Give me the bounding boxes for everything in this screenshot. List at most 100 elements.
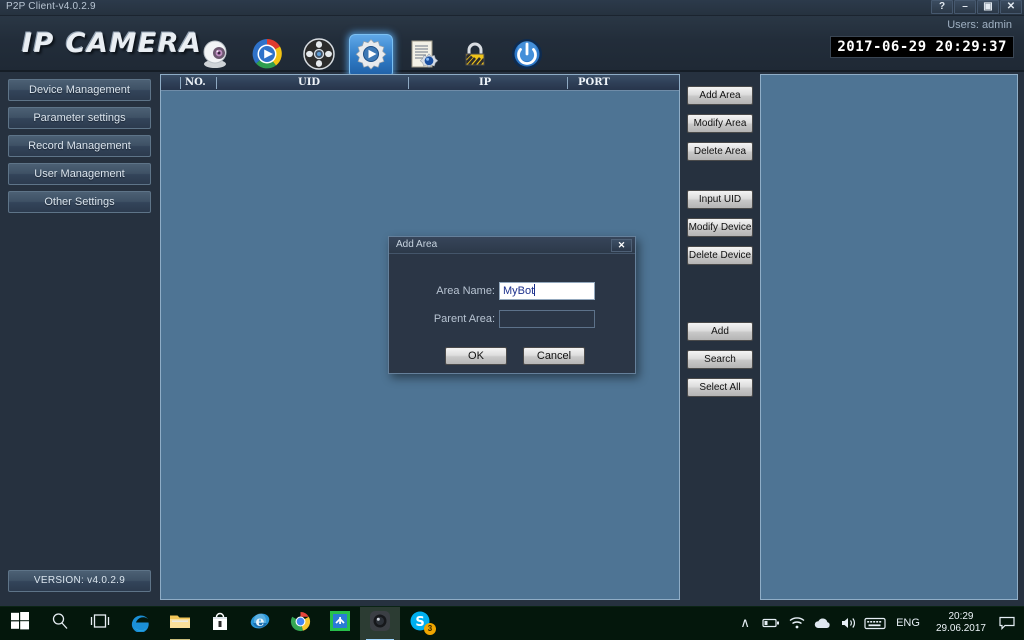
start-button[interactable] [0, 607, 40, 640]
toolbar-lock-button[interactable] [453, 34, 497, 78]
column-header-port[interactable]: PORT [578, 77, 610, 88]
sidebar-item-other-settings[interactable]: Other Settings [8, 191, 151, 213]
toolbar-power-button[interactable] [505, 34, 549, 78]
app-brand-title: IP CAMERA [22, 28, 203, 59]
toolbar-log-button[interactable] [401, 34, 445, 78]
tray-chevron-icon[interactable]: ∧ [732, 606, 758, 640]
search-button[interactable]: Search [687, 350, 753, 369]
column-header-no[interactable]: NO. [185, 77, 206, 88]
delete-area-button[interactable]: Delete Area [687, 142, 753, 161]
app-header: IP CAMERA Users: admin 2017-06-29 20:29:… [0, 16, 1024, 78]
help-button[interactable]: ? [931, 0, 953, 14]
film-reel-icon [302, 37, 336, 76]
column-header-ip[interactable]: IP [479, 77, 491, 88]
toolbar-live-view-button[interactable] [245, 34, 289, 78]
microsoft-store-icon [211, 611, 229, 636]
column-header-uid[interactable]: UID [298, 77, 320, 88]
area-name-value: MyBot [503, 285, 535, 297]
taskbar-store[interactable] [200, 607, 240, 640]
taskbar-clock[interactable]: 20:29 29.06.2017 [928, 611, 994, 635]
column-separator[interactable] [180, 77, 181, 89]
wifi-icon[interactable] [784, 606, 810, 640]
green-app-icon [330, 611, 350, 636]
sidebar-item-device-management[interactable]: Device Management [8, 79, 151, 101]
device-list-header: NO. UID IP PORT [161, 75, 679, 91]
dialog-ok-button[interactable]: OK [445, 347, 507, 365]
internet-explorer-icon: e [249, 610, 271, 637]
header-datetime: 2017-06-29 20:29:37 [830, 36, 1014, 58]
taskbar-skype[interactable]: S 3 [400, 607, 440, 640]
left-sidebar: Device Management Parameter settings Rec… [0, 72, 158, 604]
add-button[interactable]: Add [687, 322, 753, 341]
dialog-close-button[interactable]: ✕ [611, 239, 632, 252]
window-titlebar: P2P Client-v4.0.2.9 ? – ▣ ✕ [0, 0, 1024, 16]
clock-time: 20:29 [948, 611, 974, 622]
column-separator[interactable] [567, 77, 568, 89]
file-explorer-icon [169, 612, 191, 635]
area-name-input[interactable]: MyBot [499, 282, 595, 300]
column-separator[interactable] [216, 77, 217, 89]
log-document-icon [406, 37, 440, 76]
taskbar-items: e S 3 [0, 606, 440, 640]
toolbar-settings-button[interactable] [349, 34, 393, 78]
parent-area-input[interactable] [499, 310, 595, 328]
parent-area-label: Parent Area: [433, 313, 495, 325]
toolbar-playback-button[interactable] [297, 34, 341, 78]
clock-date: 29.06.2017 [935, 623, 986, 634]
task-view[interactable] [80, 607, 120, 640]
gear-icon [355, 38, 387, 75]
taskbar-file-explorer[interactable] [160, 607, 200, 640]
maximize-button[interactable]: ▣ [977, 0, 999, 14]
ip-camera-app-icon [369, 610, 391, 637]
taskbar-chrome[interactable] [280, 607, 320, 640]
notification-icon[interactable] [994, 606, 1020, 640]
add-area-dialog: Add Area ✕ Area Name: MyBot Parent Area:… [388, 236, 636, 374]
sidebar-item-user-management[interactable]: User Management [8, 163, 151, 185]
delete-device-button[interactable]: Delete Device [687, 246, 753, 265]
volume-icon[interactable] [836, 606, 862, 640]
power-icon [510, 37, 544, 76]
windows-start-icon [11, 612, 29, 635]
modify-area-button[interactable]: Modify Area [687, 114, 753, 133]
window-title: P2P Client-v4.0.2.9 [6, 1, 96, 12]
sidebar-item-record-management[interactable]: Record Management [8, 135, 151, 157]
play-circle-icon [250, 37, 284, 76]
onedrive-icon[interactable] [810, 606, 836, 640]
version-label: VERSION: v4.0.2.9 [8, 570, 151, 592]
text-cursor [534, 284, 536, 296]
toolbar-webcam-button[interactable] [193, 34, 237, 78]
modify-device-button[interactable]: Modify Device [687, 218, 753, 237]
windows-taskbar: e S 3 ∧ ENG 20:29 29.06.2017 [0, 606, 1024, 640]
close-button[interactable]: ✕ [1000, 0, 1022, 14]
webcam-icon [198, 37, 232, 76]
search-results-panel[interactable] [760, 74, 1018, 600]
window-controls: ? – ▣ ✕ [931, 0, 1022, 15]
area-name-label: Area Name: [436, 285, 495, 297]
dialog-cancel-button[interactable]: Cancel [523, 347, 585, 365]
input-uid-button[interactable]: Input UID [687, 190, 753, 209]
sidebar-item-parameter-settings[interactable]: Parameter settings [8, 107, 151, 129]
taskbar-green-app[interactable] [320, 607, 360, 640]
language-indicator[interactable]: ENG [888, 617, 928, 629]
battery-icon[interactable] [758, 606, 784, 640]
action-button-column: Add Area Modify Area Delete Area Input U… [682, 72, 758, 604]
ip-camera-application: P2P Client-v4.0.2.9 ? – ▣ ✕ IP CAMERA Us… [0, 0, 1024, 640]
svg-text:e: e [256, 614, 265, 630]
dialog-title: Add Area [396, 239, 438, 250]
taskbar-search[interactable] [40, 607, 80, 640]
keyboard-icon[interactable] [862, 606, 888, 640]
edge-icon [129, 610, 151, 637]
select-all-button[interactable]: Select All [687, 378, 753, 397]
padlock-icon [458, 37, 492, 76]
taskbar-ie[interactable]: e [240, 607, 280, 640]
task-view-icon [90, 613, 110, 634]
user-label: Users: admin [947, 19, 1012, 31]
taskbar-ip-camera[interactable] [360, 606, 400, 640]
minimize-button[interactable]: – [954, 0, 976, 14]
system-tray: ∧ ENG 20:29 29.06.2017 [732, 606, 1024, 640]
add-area-button[interactable]: Add Area [687, 86, 753, 105]
taskbar-edge[interactable] [120, 607, 160, 640]
dialog-titlebar: Add Area ✕ [389, 237, 635, 254]
column-separator[interactable] [408, 77, 409, 89]
search-icon [51, 612, 69, 635]
